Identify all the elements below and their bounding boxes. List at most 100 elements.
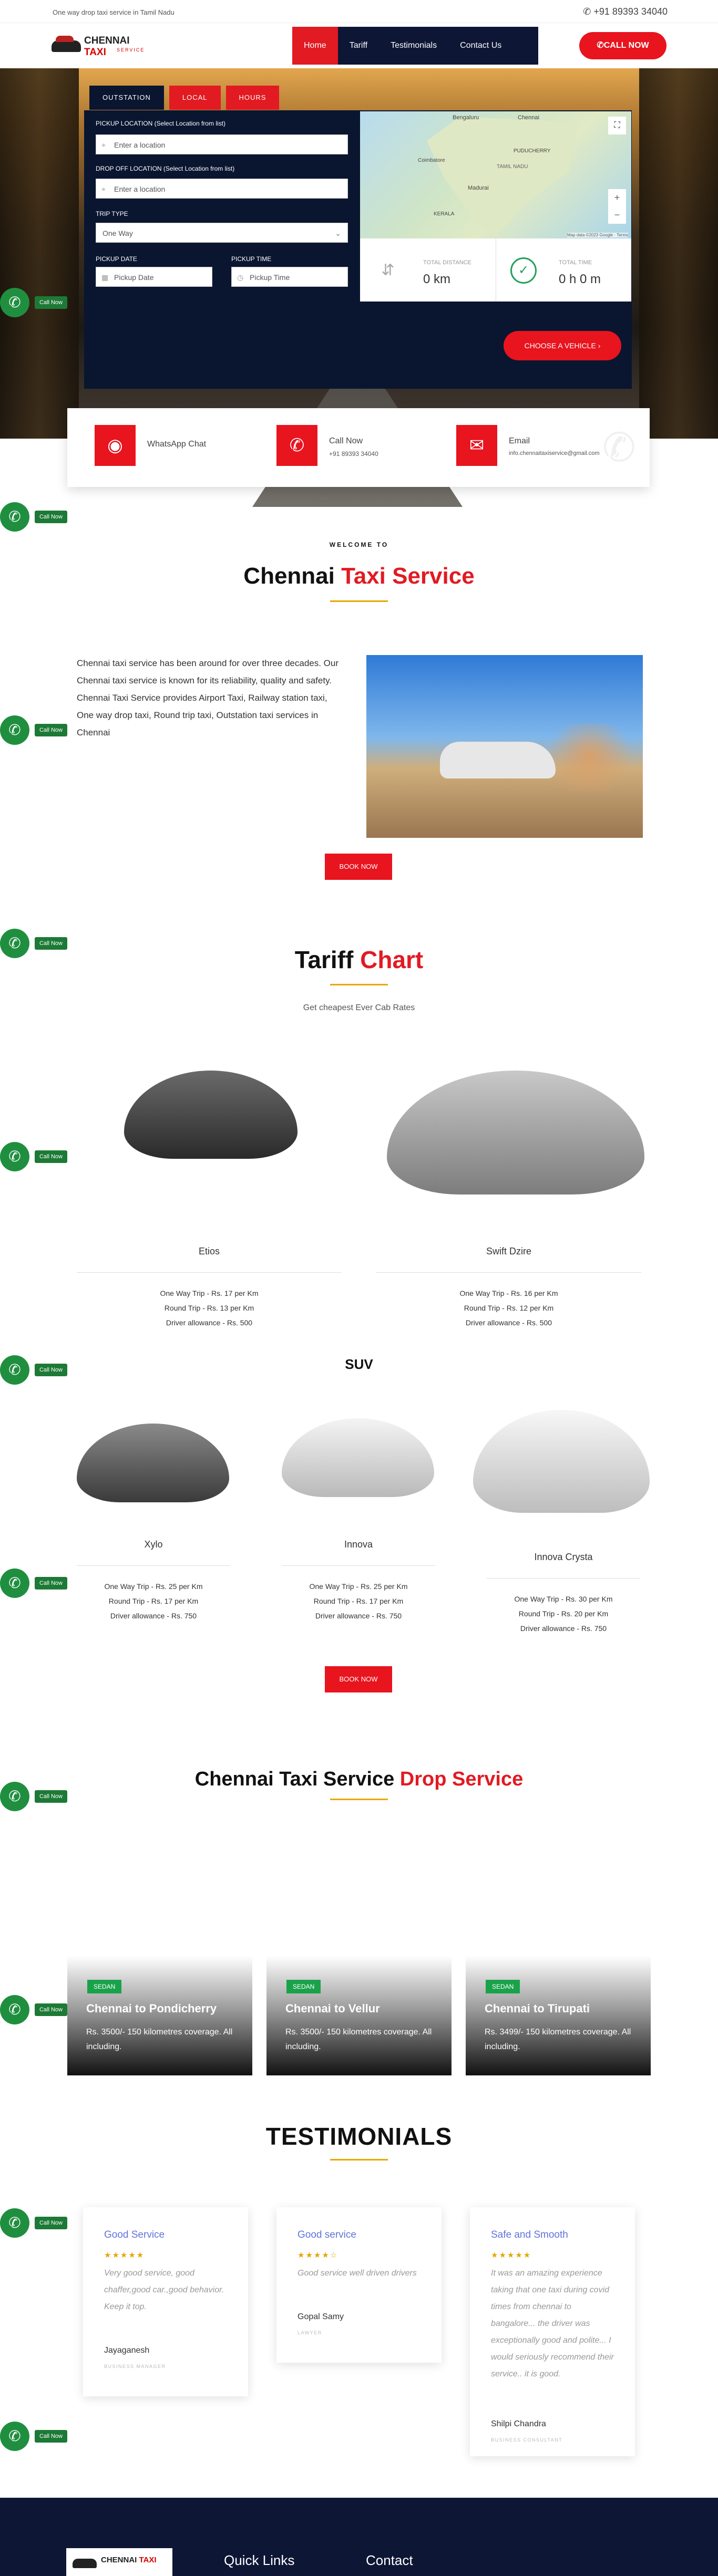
floating-call[interactable]: ✆ Call Now	[0, 1142, 67, 1171]
innova-crysta-name: Innova Crysta	[534, 1552, 593, 1562]
innova-name: Innova	[344, 1539, 373, 1550]
booking-tabs: OUTSTATION LOCAL HOURS	[89, 86, 284, 110]
clock-icon: ✓	[510, 257, 537, 284]
call-contact[interactable]: ✆ Call Now +91 89393 34040	[276, 425, 434, 467]
drop-card[interactable]: SEDAN Chennai to Vellur Rs. 3500/- 150 k…	[266, 1956, 452, 2075]
phone-icon: ✆	[0, 2422, 29, 2451]
drop-card[interactable]: SEDAN Chennai to Tirupati Rs. 3499/- 150…	[466, 1956, 651, 2075]
route-map[interactable]: Bengaluru Chennai Puducherry Madurai Ker…	[360, 111, 631, 238]
drop-input[interactable]: ⌖ Enter a location	[96, 179, 348, 199]
top-phone[interactable]: ✆ +91 89393 34040	[583, 6, 668, 17]
title-underline	[330, 984, 388, 985]
pickup-date-input[interactable]: ▦ Pickup Date	[96, 267, 212, 287]
dzire-round-trip: Round Trip - Rs. 12 per Km	[464, 1304, 554, 1312]
pickup-input[interactable]: ⌖ Enter a location	[96, 134, 348, 154]
map-label: Tamil Nadu	[497, 164, 528, 170]
testimonial-quote: It was an amazing experience taking that…	[491, 2269, 614, 2378]
header: CHENNAI TAXI SERVICE Home Tariff Testimo…	[0, 23, 718, 68]
testimonial-heading: Good service	[298, 2229, 356, 2240]
logo-car-icon	[73, 2559, 97, 2568]
nav-tariff[interactable]: Tariff	[338, 27, 379, 65]
pickup-time-input[interactable]: ◷ Pickup Time	[231, 267, 348, 287]
star-rating: ★★★★★	[104, 2251, 145, 2260]
email-title: Email	[509, 437, 530, 445]
floating-call[interactable]: ✆ Call Now	[0, 1569, 67, 1598]
drop-label: DROP OFF LOCATION (Select Location from …	[96, 165, 235, 172]
book-now-button[interactable]: BOOK NOW	[325, 854, 392, 880]
floating-call[interactable]: ✆ Call Now	[0, 2422, 67, 2451]
crysta-driver-allowance: Driver allowance - Rs. 750	[520, 1624, 607, 1633]
floating-call-label: Call Now	[35, 2217, 67, 2229]
choose-vehicle-label: CHOOSE A VEHICLE	[524, 341, 596, 350]
phone-icon: ✆	[0, 1995, 29, 2024]
phone-icon: ✆	[583, 6, 594, 17]
pickup-placeholder: Enter a location	[114, 141, 166, 149]
location-icon: ⌖	[101, 141, 106, 149]
drop-card-desc: Rs. 3499/- 150 kilometres coverage. All …	[485, 2028, 631, 2051]
top-bar: One way drop taxi service in Tamil Nadu …	[0, 0, 718, 23]
drop-card-title: Chennai to Pondicherry	[86, 2002, 217, 2015]
trip-type-value: One Way	[102, 229, 133, 237]
clock-icon: ◷	[237, 273, 244, 282]
book-now-button[interactable]: BOOK NOW	[325, 1666, 392, 1692]
footer-logo-text: CHENNAI TAXI	[101, 2556, 157, 2564]
fullscreen-icon[interactable]: ⛶	[608, 117, 626, 134]
nav-contact-us[interactable]: Contact Us	[448, 27, 513, 65]
trip-type-label: TRIP TYPE	[96, 210, 128, 217]
testimonial-name: Gopal Samy	[298, 2312, 344, 2321]
floating-call-label: Call Now	[35, 1150, 67, 1163]
xylo-round-trip: Round Trip - Rs. 17 per Km	[108, 1597, 199, 1605]
sedan-badge: SEDAN	[486, 1980, 520, 1993]
phone-icon: ✆	[0, 715, 29, 745]
pickup-label: PICKUP LOCATION (Select Location from li…	[96, 120, 225, 127]
floating-call[interactable]: ✆ Call Now	[0, 1995, 67, 2024]
star-rating: ★★★★☆	[298, 2251, 339, 2260]
trip-type-select[interactable]: One Way ⌄	[96, 223, 348, 243]
map-label: Chennai	[518, 115, 539, 121]
logo[interactable]: CHENNAI TAXI SERVICE	[52, 31, 143, 58]
map-label: Coimbatore	[418, 158, 445, 163]
crysta-one-way: One Way Trip - Rs. 30 per Km	[514, 1595, 613, 1603]
call-number: +91 89393 34040	[329, 450, 378, 458]
whatsapp-contact[interactable]: ◉ WhatsApp Chat	[95, 425, 252, 467]
divider	[77, 1565, 230, 1566]
floating-call[interactable]: ✆ Call Now	[0, 288, 67, 317]
tab-outstation[interactable]: OUTSTATION	[89, 86, 164, 110]
floating-call[interactable]: ✆ Call Now	[0, 502, 67, 532]
title-underline	[330, 1799, 388, 1800]
sedan-badge: SEDAN	[286, 1980, 321, 1993]
floating-call[interactable]: ✆ Call Now	[0, 2208, 67, 2238]
call-now-button[interactable]: ✆CALL NOW	[579, 32, 666, 59]
tab-local[interactable]: LOCAL	[169, 86, 221, 110]
zoom-controls[interactable]: + −	[608, 189, 626, 224]
whatsapp-icon: ◉	[95, 425, 136, 466]
footer-logo[interactable]: CHENNAI TAXI	[66, 2548, 172, 2576]
phone-icon: ✆	[0, 2208, 29, 2238]
testimonial-name: Jayaganesh	[104, 2346, 150, 2355]
welcome-kicker: WELCOME TO	[329, 541, 389, 548]
floating-call-label: Call Now	[35, 1790, 67, 1803]
divider	[77, 1272, 342, 1273]
trip-stats: ⇵ TOTAL DISTANCE 0 km ✓ TOTAL TIME 0 h 0…	[360, 238, 631, 302]
quick-links-heading: Quick Links	[224, 2552, 295, 2568]
map-footer: Map data ©2023 Google · Terms	[567, 233, 628, 237]
pickup-time-label: PICKUP TIME	[231, 255, 272, 263]
nav-testimonials[interactable]: Testimonials	[379, 27, 448, 65]
call-title: Call Now	[329, 437, 363, 445]
floating-call-label: Call Now	[35, 2003, 67, 2016]
swift-dzire-name: Swift Dzire	[486, 1246, 531, 1256]
divider	[282, 1565, 435, 1566]
nav-home[interactable]: Home	[292, 27, 338, 65]
testimonial-heading: Safe and Smooth	[491, 2229, 568, 2240]
drop-card[interactable]: SEDAN Chennai to Pondicherry Rs. 3500/- …	[67, 1956, 252, 2075]
map-label: Bengaluru	[453, 115, 479, 121]
tab-hours[interactable]: HOURS	[225, 86, 280, 110]
contact-heading: Contact	[366, 2552, 413, 2568]
choose-vehicle-button[interactable]: CHOOSE A VEHICLE ›	[504, 331, 621, 360]
suv-heading: SUV	[345, 1356, 373, 1372]
distance-stat: ⇵ TOTAL DISTANCE 0 km	[360, 238, 496, 302]
tree-left	[0, 68, 79, 439]
innova-driver-allowance: Driver allowance - Rs. 750	[315, 1612, 402, 1620]
floating-call[interactable]: ✆ Call Now	[0, 715, 67, 745]
floating-call-label: Call Now	[35, 2430, 67, 2443]
